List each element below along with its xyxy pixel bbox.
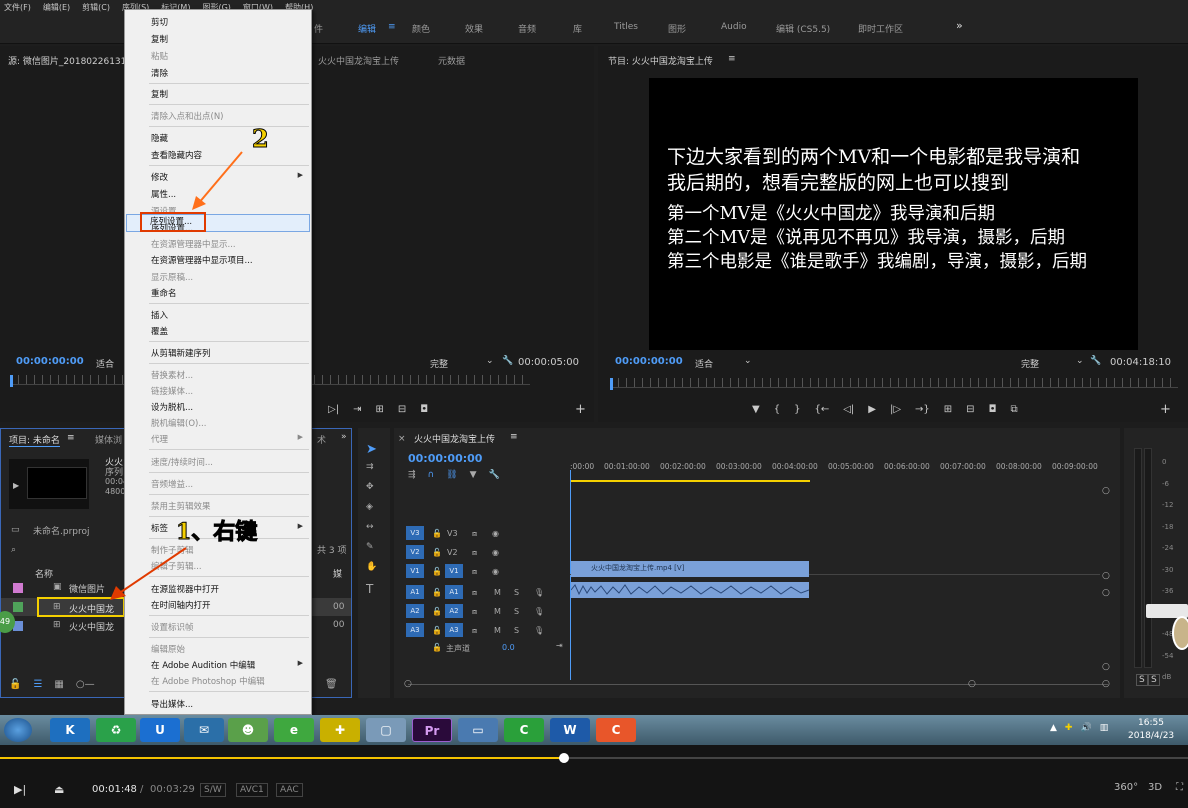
annotation-arrow-1 xyxy=(117,547,187,595)
annotation-step-1: 1、右键 xyxy=(175,519,258,546)
annotation-arrow-2 xyxy=(197,151,243,205)
annotation-arrows xyxy=(110,151,243,600)
annotation-step-2: 2 xyxy=(252,124,270,154)
arrowhead-icon xyxy=(110,586,126,600)
